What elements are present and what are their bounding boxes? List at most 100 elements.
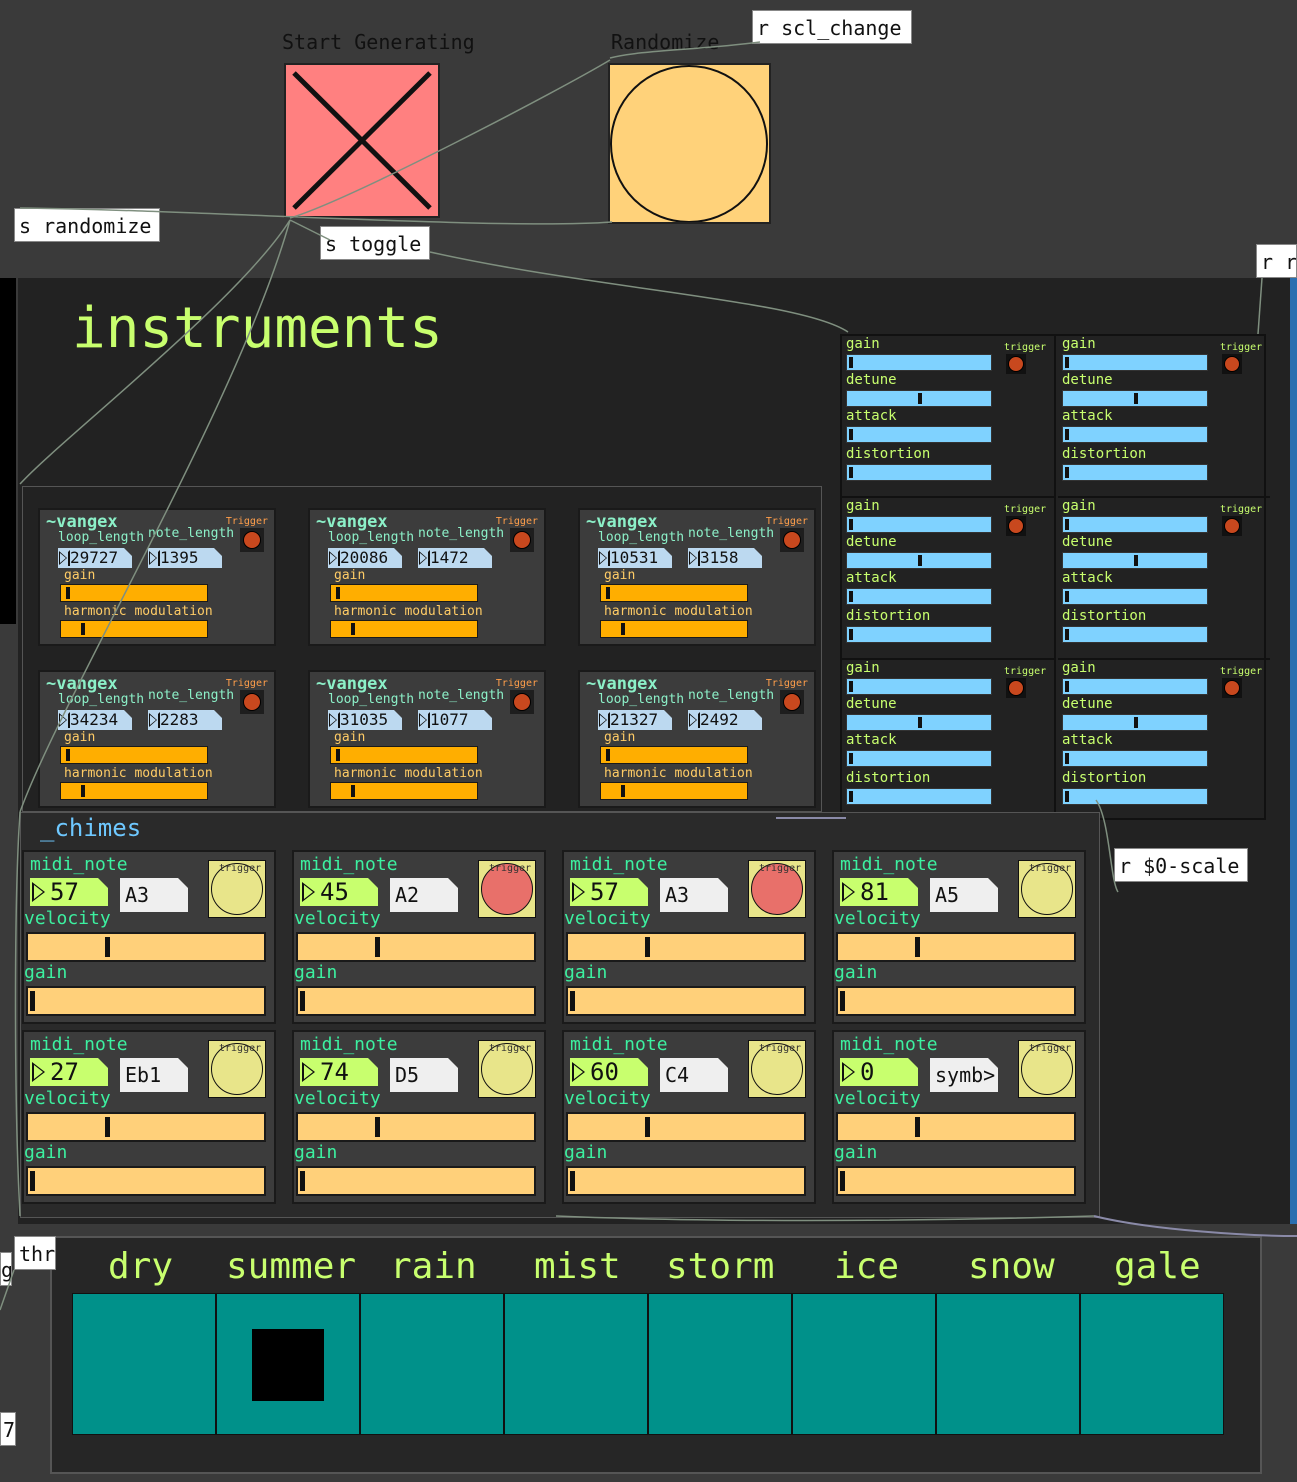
trigger-bang[interactable]: [1006, 354, 1026, 374]
gain-slider[interactable]: [600, 746, 748, 764]
midi-note-number[interactable]: 57: [30, 878, 108, 906]
distortion-slider[interactable]: [846, 464, 992, 481]
distortion-slider[interactable]: [1062, 626, 1208, 643]
attack-slider[interactable]: [846, 588, 992, 605]
distortion-slider[interactable]: [1062, 464, 1208, 481]
harmonic-modulation-slider[interactable]: [330, 620, 478, 638]
velocity-slider[interactable]: [566, 932, 806, 962]
g-object[interactable]: g: [0, 1252, 12, 1286]
loop-length-number[interactable]: 20086: [328, 548, 402, 568]
note-length-number[interactable]: 1472: [418, 548, 492, 568]
gain-slider[interactable]: [26, 986, 266, 1016]
weather-option-ice[interactable]: [792, 1293, 936, 1435]
seven-object[interactable]: 7: [0, 1412, 16, 1446]
note-name-symbol[interactable]: Eb1: [120, 1058, 188, 1092]
midi-note-number[interactable]: 57: [570, 878, 648, 906]
note-name-symbol[interactable]: symb>: [930, 1058, 998, 1092]
midi-note-number[interactable]: 27: [30, 1058, 108, 1086]
note-name-symbol[interactable]: C4: [660, 1058, 728, 1092]
weather-option-snow[interactable]: [936, 1293, 1080, 1435]
attack-slider[interactable]: [1062, 588, 1208, 605]
attack-slider[interactable]: [846, 750, 992, 767]
gain-slider[interactable]: [846, 678, 992, 695]
trigger-bang[interactable]: [780, 690, 804, 714]
detune-slider[interactable]: [1062, 390, 1208, 407]
trigger-bang[interactable]: trigger: [748, 860, 806, 918]
s-randomize-object[interactable]: s randomize: [14, 208, 160, 242]
midi-note-number[interactable]: 81: [840, 878, 918, 906]
gain-slider[interactable]: [296, 1166, 536, 1196]
note-length-number[interactable]: 3158: [688, 548, 762, 568]
midi-note-number[interactable]: 45: [300, 878, 378, 906]
loop-length-number[interactable]: 29727: [58, 548, 132, 568]
note-length-number[interactable]: 1395: [148, 548, 222, 568]
velocity-slider[interactable]: [566, 1112, 806, 1142]
attack-slider[interactable]: [1062, 750, 1208, 767]
gain-slider[interactable]: [60, 584, 208, 602]
r-scale-object[interactable]: r $0-scale: [1114, 848, 1248, 882]
gain-slider[interactable]: [1062, 516, 1208, 533]
trigger-bang[interactable]: [240, 690, 264, 714]
weather-option-rain[interactable]: [360, 1293, 504, 1435]
gain-slider[interactable]: [600, 584, 748, 602]
gain-slider[interactable]: [1062, 354, 1208, 371]
trigger-bang[interactable]: [1222, 354, 1242, 374]
attack-slider[interactable]: [1062, 426, 1208, 443]
weather-option-mist[interactable]: [504, 1293, 648, 1435]
trigger-bang[interactable]: trigger: [478, 1040, 536, 1098]
velocity-slider[interactable]: [26, 1112, 266, 1142]
trigger-bang[interactable]: trigger: [1018, 860, 1076, 918]
gain-slider[interactable]: [330, 584, 478, 602]
detune-slider[interactable]: [846, 552, 992, 569]
weather-option-storm[interactable]: [648, 1293, 792, 1435]
gain-slider[interactable]: [26, 1166, 266, 1196]
trigger-bang[interactable]: [510, 690, 534, 714]
distortion-slider[interactable]: [1062, 788, 1208, 805]
thr-object[interactable]: thr: [14, 1236, 56, 1270]
trigger-bang[interactable]: trigger: [208, 860, 266, 918]
r-scl-change-object[interactable]: r scl_change: [752, 10, 912, 44]
gain-slider[interactable]: [566, 986, 806, 1016]
trigger-bang[interactable]: trigger: [748, 1040, 806, 1098]
detune-slider[interactable]: [846, 390, 992, 407]
trigger-bang[interactable]: [780, 528, 804, 552]
note-name-symbol[interactable]: A2: [390, 878, 458, 912]
harmonic-modulation-slider[interactable]: [330, 782, 478, 800]
s-toggle-object[interactable]: s toggle: [320, 226, 430, 260]
trigger-bang[interactable]: trigger: [208, 1040, 266, 1098]
weather-option-gale[interactable]: [1080, 1293, 1224, 1435]
gain-slider[interactable]: [836, 1166, 1076, 1196]
note-name-symbol[interactable]: A3: [120, 878, 188, 912]
velocity-slider[interactable]: [836, 932, 1076, 962]
gain-slider[interactable]: [1062, 678, 1208, 695]
loop-length-number[interactable]: 10531: [598, 548, 672, 568]
trigger-bang[interactable]: [510, 528, 534, 552]
trigger-bang[interactable]: trigger: [1018, 1040, 1076, 1098]
midi-note-number[interactable]: 0: [840, 1058, 918, 1086]
gain-slider[interactable]: [846, 354, 992, 371]
trigger-bang[interactable]: trigger: [478, 860, 536, 918]
trigger-bang[interactable]: [1222, 516, 1242, 536]
attack-slider[interactable]: [846, 426, 992, 443]
loop-length-number[interactable]: 34234: [58, 710, 132, 730]
trigger-bang[interactable]: [240, 528, 264, 552]
gain-slider[interactable]: [836, 986, 1076, 1016]
distortion-slider[interactable]: [846, 626, 992, 643]
note-name-symbol[interactable]: D5: [390, 1058, 458, 1092]
harmonic-modulation-slider[interactable]: [60, 620, 208, 638]
note-name-symbol[interactable]: A3: [660, 878, 728, 912]
gain-slider[interactable]: [60, 746, 208, 764]
weather-option-summer[interactable]: [216, 1293, 360, 1435]
gain-slider[interactable]: [330, 746, 478, 764]
velocity-slider[interactable]: [836, 1112, 1076, 1142]
note-length-number[interactable]: 1077: [418, 710, 492, 730]
velocity-slider[interactable]: [296, 932, 536, 962]
note-name-symbol[interactable]: A5: [930, 878, 998, 912]
midi-note-number[interactable]: 74: [300, 1058, 378, 1086]
detune-slider[interactable]: [846, 714, 992, 731]
detune-slider[interactable]: [1062, 714, 1208, 731]
detune-slider[interactable]: [1062, 552, 1208, 569]
r-r-object[interactable]: r r: [1256, 244, 1297, 278]
randomize-bang[interactable]: [608, 63, 771, 224]
loop-length-number[interactable]: 21327: [598, 710, 672, 730]
